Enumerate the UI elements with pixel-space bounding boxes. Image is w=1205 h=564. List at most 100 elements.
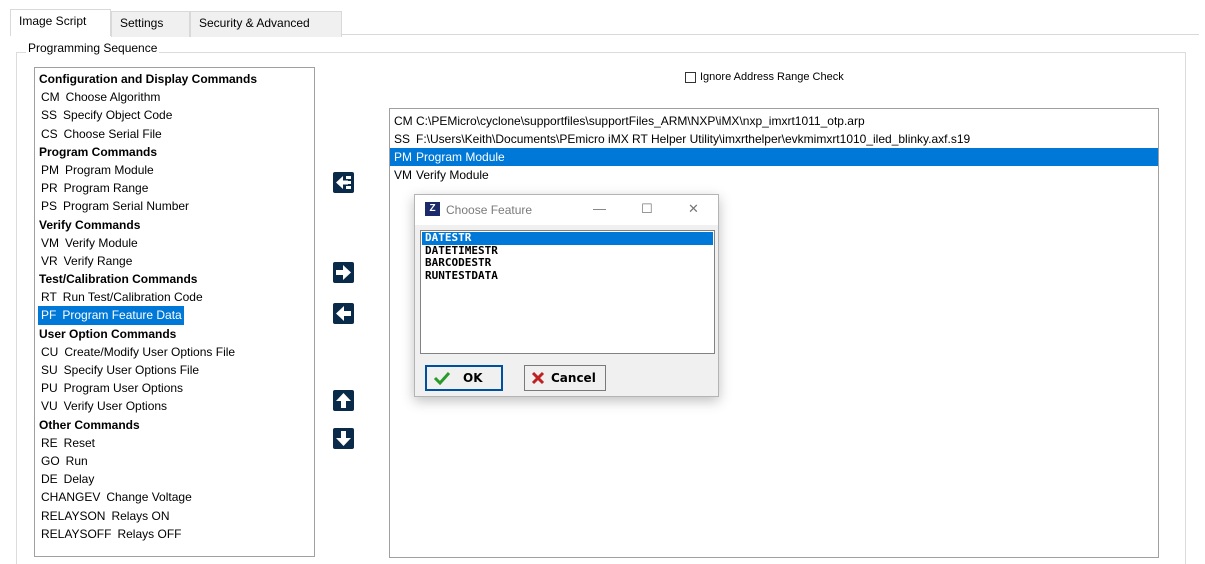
command-code: VM — [41, 235, 59, 250]
sequence-code: SS — [394, 132, 411, 146]
command-label: Choose Serial File — [63, 126, 162, 141]
feature-list[interactable]: DATESTR DATETIMESTR BARCODESTR RUNTESTDATA — [420, 230, 715, 354]
command-label: Specify User Options File — [63, 363, 200, 377]
command-label: Relays OFF — [117, 526, 182, 541]
command-item[interactable]: RELAYSON Relays ON — [35, 507, 314, 525]
sequence-row[interactable]: SS F:\Users\Keith\Documents\PEmicro iMX R… — [390, 130, 1158, 148]
command-code: VU — [41, 399, 58, 414]
command-label: Choose Algorithm — [65, 90, 161, 105]
minimize-icon[interactable]: — — [593, 201, 606, 216]
command-code: GO — [41, 453, 60, 468]
command-code: VR — [41, 253, 58, 268]
command-item[interactable]: GO Run — [35, 452, 314, 470]
dialog-titlebar[interactable]: Z Choose Feature — ☐ ✕ — [415, 195, 718, 225]
command-item[interactable]: PS Program Serial Number — [35, 197, 314, 215]
command-code: CS — [41, 126, 58, 141]
command-label: Specify Object Code — [63, 108, 173, 123]
command-item[interactable]: CM Choose Algorithm — [35, 88, 314, 106]
tab-security-advanced[interactable]: Security & Advanced — [190, 11, 342, 37]
choose-feature-dialog: Z Choose Feature — ☐ ✕ DATESTR DATETIMEST… — [414, 194, 719, 397]
command-label: Program Module — [65, 162, 154, 177]
insert-all-button[interactable] — [333, 172, 354, 193]
command-label: Change Voltage — [106, 490, 192, 505]
command-item[interactable]: VM Verify Module — [35, 234, 314, 252]
checkbox-box[interactable] — [685, 71, 696, 83]
command-item[interactable]: DE Delay — [35, 470, 314, 488]
arrow-right-icon — [336, 265, 351, 280]
command-group-header: Configuration and Display Commands — [39, 72, 258, 86]
sequence-row[interactable]: CM C:\PEMicro\cyclone\supportfiles\suppor… — [390, 112, 1158, 130]
command-item[interactable]: PR Program Range — [35, 179, 314, 197]
command-group-header: Other Commands — [39, 417, 140, 432]
command-label: Delay — [63, 472, 95, 487]
command-code: RELAYSOFF — [41, 526, 112, 541]
feature-item[interactable]: RUNTESTDATA — [422, 269, 713, 283]
feature-item[interactable]: BARCODESTR — [422, 257, 713, 270]
command-code: RELAYSON — [41, 508, 106, 523]
sequence-text: Program Module — [416, 150, 505, 164]
arrow-left-icon — [336, 306, 351, 321]
insert-list-icon — [336, 176, 351, 189]
sequence-code: PM — [394, 150, 412, 164]
maximize-icon[interactable]: ☐ — [641, 201, 653, 217]
sequence-row[interactable]: VM Verify Module — [390, 166, 1158, 184]
command-item[interactable]: VU Verify User Options — [35, 397, 314, 415]
sequence-text: F:\Users\Keith\Documents\PEmicro iMX RT … — [416, 132, 971, 146]
remove-command-button[interactable] — [333, 303, 354, 324]
ok-button[interactable]: OK — [425, 365, 503, 391]
sequence-text: Verify Module — [416, 168, 489, 182]
move-up-button[interactable] — [333, 390, 354, 411]
command-code: PR — [41, 181, 58, 196]
command-item[interactable]: VR Verify Range — [35, 252, 314, 270]
command-code: PF — [41, 308, 57, 323]
command-group-header: Verify Commands — [39, 217, 141, 232]
dialog-title: Choose Feature — [446, 203, 533, 217]
move-down-button[interactable] — [333, 428, 354, 449]
command-label: Verify Module — [65, 235, 138, 250]
cancel-button[interactable]: Cancel — [524, 365, 606, 391]
command-item[interactable]: RELAYSOFF Relays OFF — [35, 525, 314, 543]
command-code: CU — [41, 344, 59, 359]
arrow-down-icon — [336, 431, 351, 446]
add-command-button[interactable] — [333, 262, 354, 283]
sequence-code: CM — [394, 114, 413, 128]
arrow-up-icon — [336, 393, 351, 408]
cross-icon — [531, 371, 545, 385]
command-label: Verify Range — [63, 253, 133, 268]
command-item[interactable]: PM Program Module — [35, 161, 314, 179]
command-item[interactable]: RT Run Test/Calibration Code — [35, 288, 314, 306]
command-label: Verify User Options — [63, 399, 168, 414]
command-code: RT — [41, 290, 57, 305]
command-item[interactable]: CU Create/Modify User Options File — [35, 343, 314, 361]
sequence-row[interactable]: PM Program Module — [390, 148, 1158, 166]
command-label: Run Test/Calibration Code — [62, 290, 203, 305]
ignore-address-range-checkbox[interactable]: Ignore Address Range Check — [685, 71, 844, 83]
ok-label: OK — [463, 371, 483, 385]
command-list[interactable]: Configuration and Display Commands CM Choo… — [34, 67, 315, 557]
command-code: DE — [41, 472, 58, 487]
command-group-header: Program Commands — [39, 144, 158, 159]
tab-settings[interactable]: Settings — [111, 11, 190, 37]
feature-item[interactable]: DATESTR — [422, 232, 713, 245]
command-item[interactable]: CHANGEV Change Voltage — [35, 488, 314, 506]
command-item[interactable]: CS Choose Serial File — [35, 125, 314, 143]
command-group-header: Test/Calibration Commands — [39, 272, 198, 287]
tab-image-script[interactable]: Image Script — [10, 9, 111, 36]
command-item[interactable]: RE Reset — [35, 434, 314, 452]
command-code: PU — [41, 381, 58, 396]
tab-strip: Image Script Settings Security & Advance… — [0, 0, 1205, 37]
command-label: Run — [65, 453, 88, 468]
command-label: Relays ON — [111, 508, 170, 523]
sequence-code: VM — [394, 168, 412, 182]
group-legend: Programming Sequence — [26, 41, 160, 55]
checkmark-icon — [433, 371, 451, 385]
command-item[interactable]: SS Specify Object Code — [35, 106, 314, 124]
command-group-header: User Option Commands — [39, 326, 177, 341]
command-item[interactable]: SU Specify User Options File — [35, 361, 314, 379]
close-icon[interactable]: ✕ — [688, 201, 699, 217]
command-code: RE — [41, 435, 58, 450]
command-item[interactable]: PU Program User Options — [35, 379, 314, 397]
command-item[interactable]: PF Program Feature Data — [38, 306, 184, 325]
command-code: PS — [41, 199, 58, 214]
command-label: Reset — [63, 435, 96, 450]
